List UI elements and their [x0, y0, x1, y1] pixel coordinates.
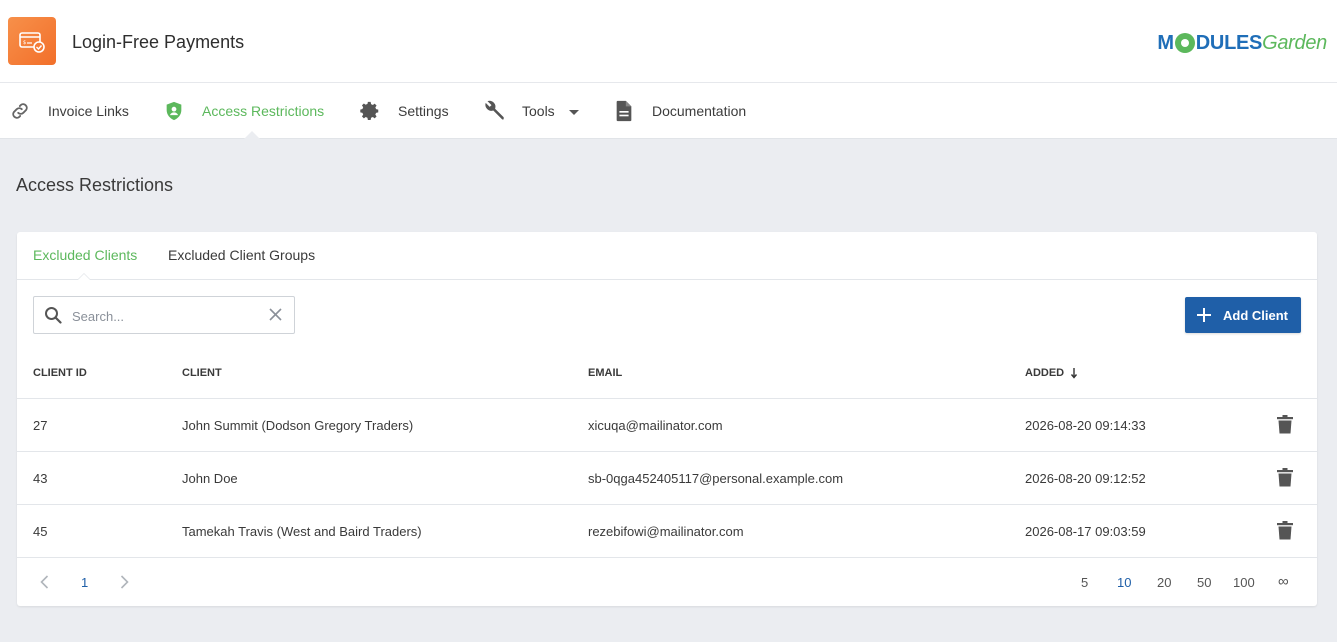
per-page-option[interactable]: 20 — [1157, 575, 1171, 590]
page-title: Access Restrictions — [16, 175, 174, 195]
chevron-right-icon[interactable] — [120, 575, 129, 594]
document-icon — [612, 99, 636, 123]
cell-client: Tamekah Travis (West and Baird Traders) — [182, 524, 422, 539]
cell-added: 2026-08-17 09:03:59 — [1025, 524, 1146, 539]
trash-icon[interactable] — [1277, 415, 1293, 439]
link-icon — [8, 99, 32, 123]
wrench-icon — [482, 99, 506, 123]
trash-icon[interactable] — [1277, 468, 1293, 492]
cell-email: rezebifowi@mailinator.com — [588, 524, 744, 539]
brand-text-m: M — [1157, 31, 1174, 54]
chevron-down-icon — [568, 103, 579, 119]
sort-arrow-down-icon — [1070, 366, 1078, 384]
column-header-added[interactable]: Added — [1025, 367, 1064, 379]
nav-item-settings[interactable]: Settings — [358, 83, 449, 139]
close-icon[interactable] — [269, 308, 282, 326]
cell-email: xicuqa@mailinator.com — [588, 418, 723, 433]
per-page-option[interactable]: 100 — [1233, 575, 1255, 590]
table-row: 27 John Summit (Dodson Gregory Traders) … — [17, 399, 1317, 452]
nav-item-invoice-links[interactable]: Invoice Links — [8, 83, 129, 139]
table-header: Client ID Client Email Added — [17, 346, 1317, 399]
cell-client-id: 27 — [33, 418, 48, 433]
column-header-email[interactable]: Email — [588, 367, 622, 379]
per-page-option-selected[interactable]: 10 — [1117, 575, 1131, 590]
search-box — [33, 296, 295, 334]
shield-icon — [162, 99, 186, 123]
search-icon — [44, 306, 62, 329]
nav-label-access-restrictions: Access Restrictions — [202, 103, 325, 119]
modulesgarden-logo: M DULES Garden — [1157, 30, 1327, 56]
plus-icon — [1197, 308, 1211, 322]
excluded-clients-card: Excluded Clients Excluded Client Groups … — [17, 232, 1317, 606]
main-nav: Invoice Links Access Restrictions Settin… — [0, 83, 1337, 139]
add-client-button[interactable]: Add Client — [1185, 297, 1301, 333]
column-header-client-id[interactable]: Client ID — [33, 367, 87, 379]
app-logo: $ — [8, 17, 56, 65]
cell-email: sb-0qga452405117@personal.example.com — [588, 471, 844, 486]
nav-label-documentation: Documentation — [652, 103, 747, 119]
nav-label-settings: Settings — [398, 103, 449, 119]
search-input[interactable] — [72, 305, 257, 327]
brand-text-garden: Garden — [1262, 31, 1327, 54]
gear-icon — [358, 99, 382, 123]
nav-item-documentation[interactable]: Documentation — [612, 83, 746, 139]
tab-excluded-clients[interactable]: Excluded Clients — [33, 247, 137, 263]
per-page-option[interactable]: 5 — [1081, 575, 1088, 590]
tab-active-pointer — [77, 273, 91, 280]
app-header: $ Login-Free Payments M DULES Garden — [0, 0, 1337, 83]
cell-client: John Doe — [182, 471, 238, 486]
nav-label-tools: Tools — [522, 103, 555, 119]
brand-text-dules: DULES — [1195, 31, 1263, 54]
credit-card-icon: $ — [19, 32, 45, 53]
app-title: Login-Free Payments — [72, 32, 245, 52]
cell-client-id: 43 — [33, 471, 48, 486]
add-client-label: Add Client — [1223, 307, 1288, 323]
tab-excluded-client-groups[interactable]: Excluded Client Groups — [168, 247, 315, 263]
nav-item-tools[interactable]: Tools — [482, 83, 579, 139]
nav-active-pointer — [244, 131, 260, 139]
brand-o-icon — [1174, 33, 1195, 53]
pagination-page[interactable]: 1 — [81, 575, 88, 590]
cell-client-id: 45 — [33, 524, 48, 539]
table-row: 43 John Doe sb-0qga452405117@personal.ex… — [17, 452, 1317, 505]
cell-added: 2026-08-20 09:12:52 — [1025, 471, 1146, 486]
table-row: 45 Tamekah Travis (West and Baird Trader… — [17, 505, 1317, 558]
trash-icon[interactable] — [1277, 521, 1293, 545]
per-page-option[interactable]: 50 — [1197, 575, 1211, 590]
cell-client: John Summit (Dodson Gregory Traders) — [182, 418, 414, 433]
chevron-left-icon[interactable] — [40, 575, 49, 594]
cell-added: 2026-08-20 09:14:33 — [1025, 418, 1146, 433]
per-page-option-all[interactable]: ∞ — [1278, 573, 1289, 590]
tab-bar: Excluded Clients Excluded Client Groups — [17, 232, 1317, 280]
svg-text:$: $ — [23, 40, 26, 46]
column-header-client[interactable]: Client — [182, 367, 222, 379]
nav-label-invoice-links: Invoice Links — [48, 103, 129, 119]
